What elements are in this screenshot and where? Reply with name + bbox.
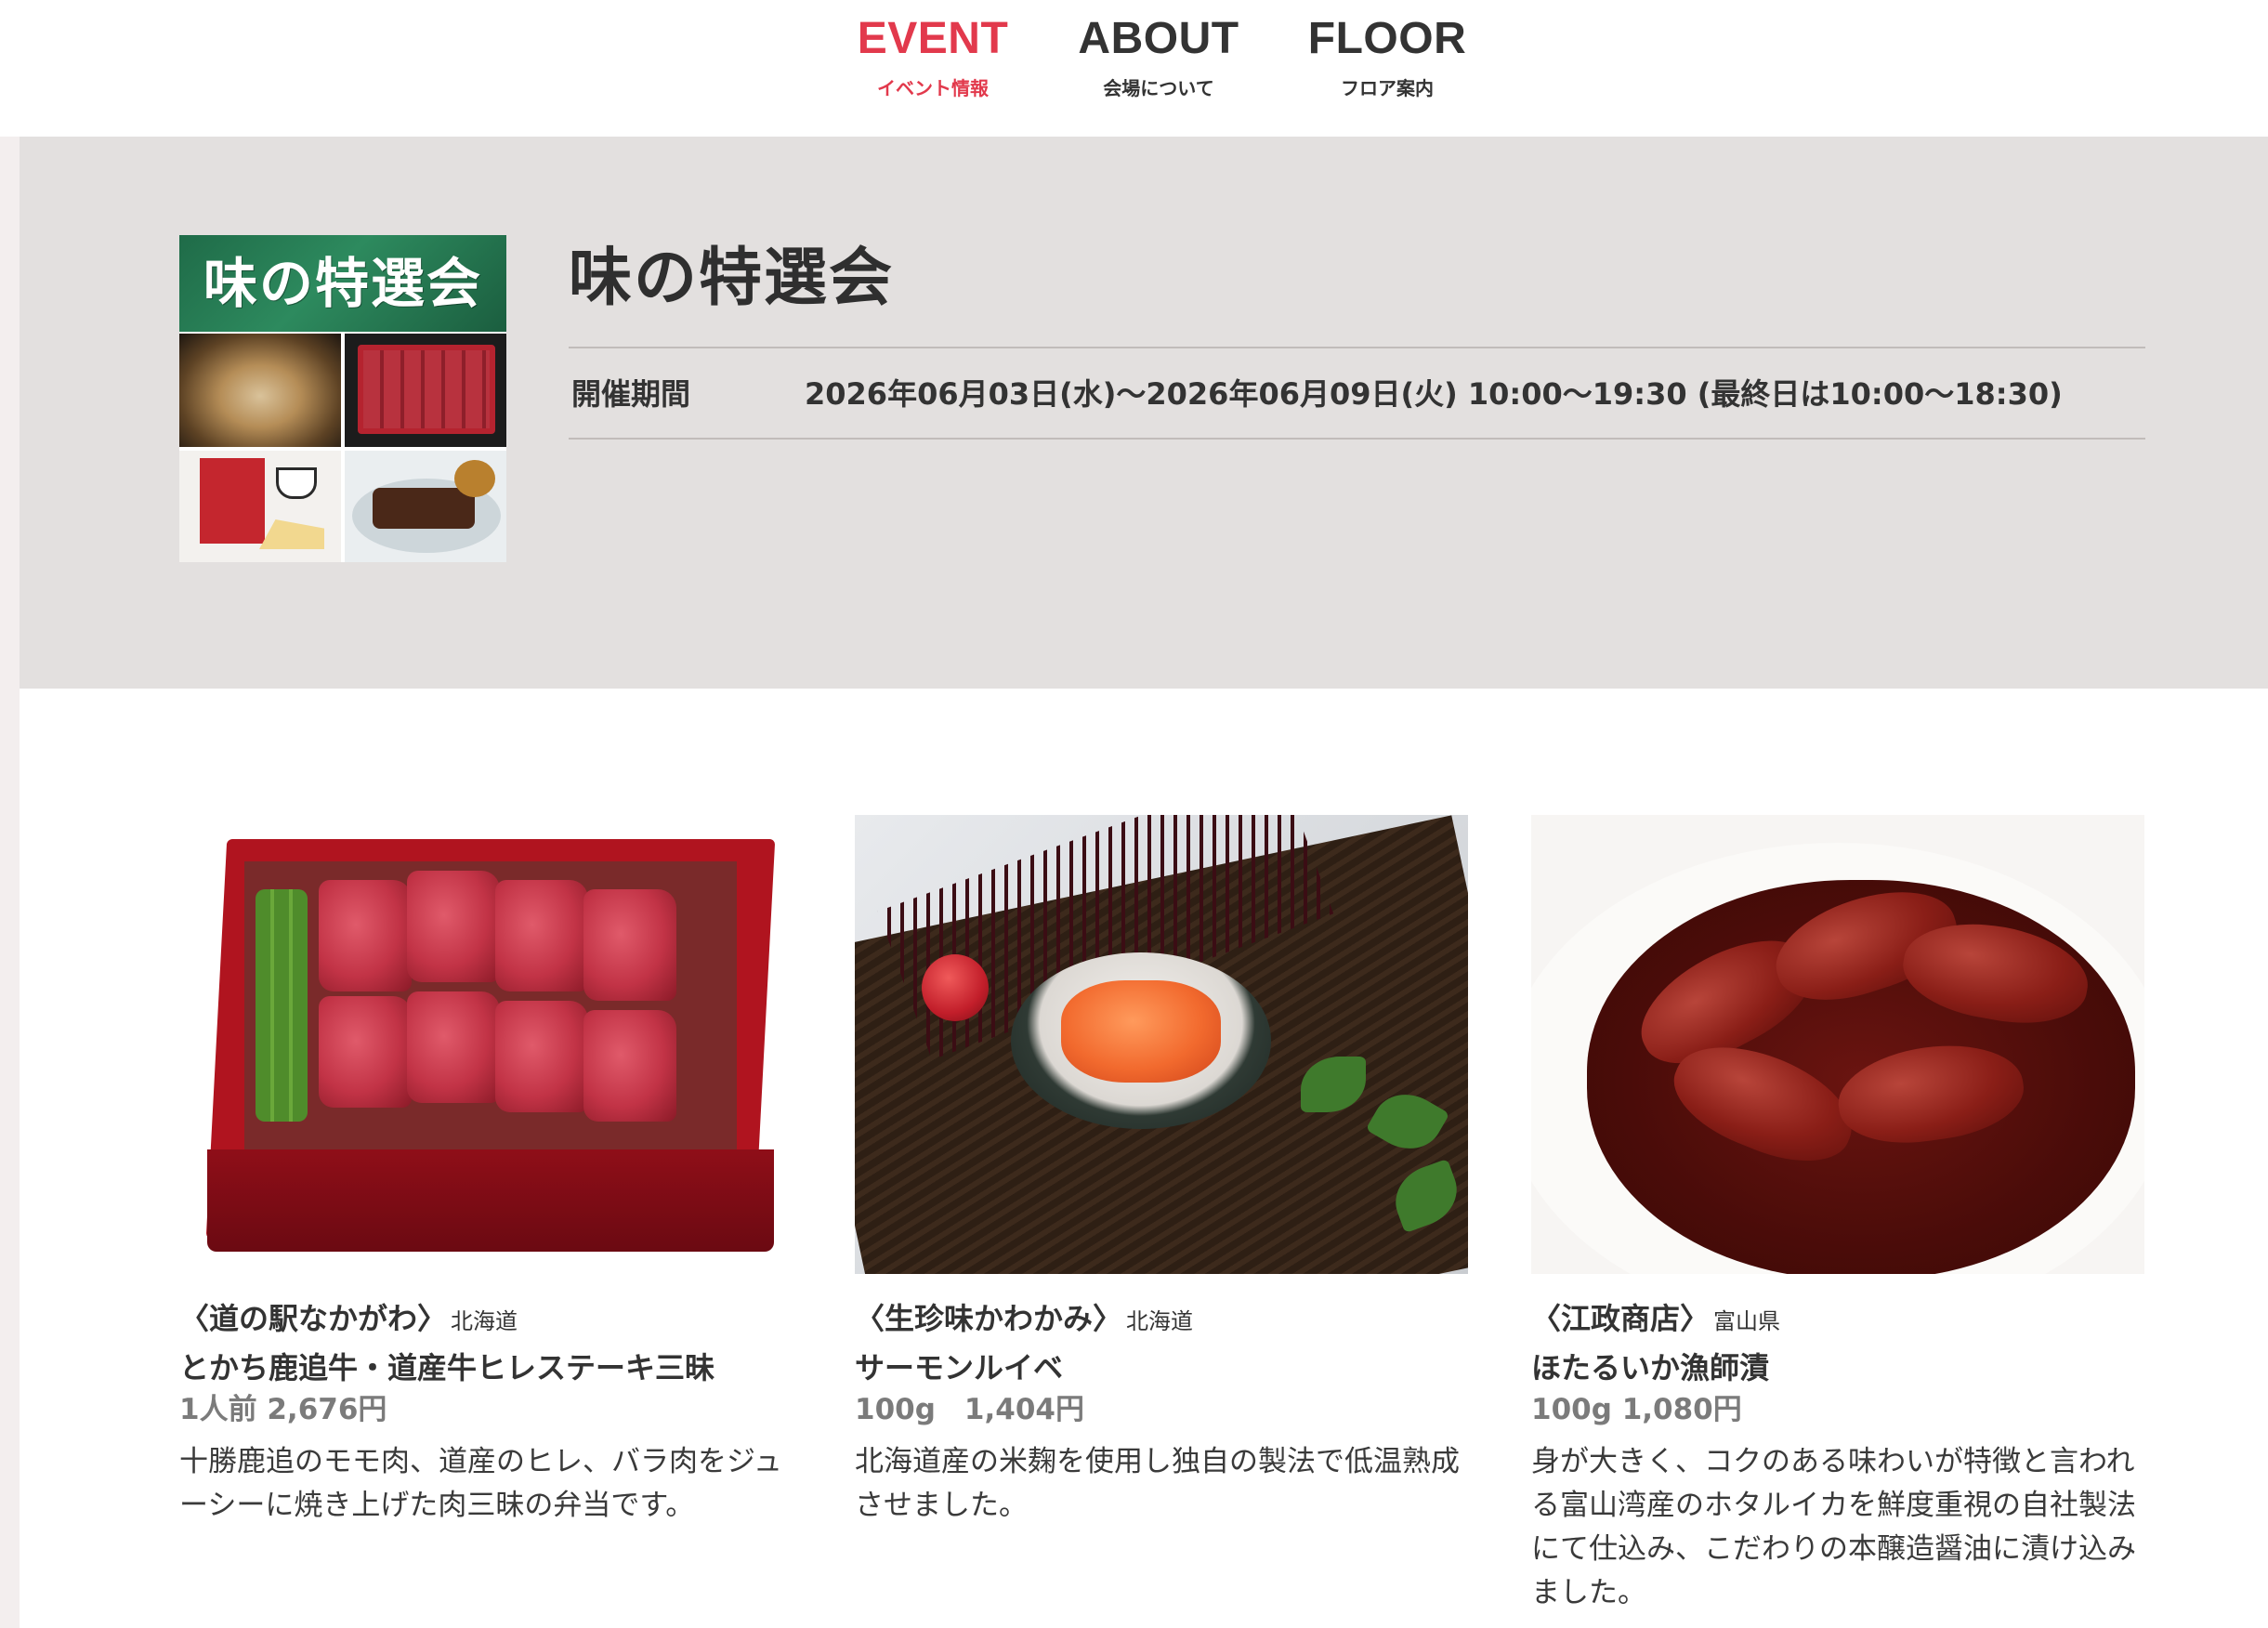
product-description: 十勝鹿追のモモ肉、道産のヒレ、バラ肉をジューシーに焼き上げた肉三昧の弁当です。 — [179, 1445, 782, 1522]
shop-prefecture: 北海道 — [1126, 1308, 1194, 1334]
nav-event[interactable]: EVENT イベント情報 — [840, 11, 1026, 102]
divider — [569, 438, 2145, 440]
nav-floor[interactable]: FLOOR フロア案内 — [1294, 11, 1480, 102]
poster-photo-meat — [345, 451, 506, 562]
nav-about-sublabel: 会場について — [1103, 77, 1214, 99]
poster-photo-coffee — [179, 451, 341, 562]
product-name: サーモンルイベ — [855, 1350, 1064, 1385]
shop-name: 〈江政商店〉 — [1531, 1301, 1711, 1336]
period-value: 2026年06月03日(水)〜2026年06月09日(火) 10:00〜19:3… — [805, 376, 2063, 412]
shop-name: 〈生珍味かわかみ〉 — [855, 1301, 1123, 1336]
product-shop: 〈道の駅なかがわ〉 北海道 — [179, 1298, 793, 1342]
nav-about-label: ABOUT — [1078, 14, 1239, 63]
product-card: 〈道の駅なかがわ〉 北海道 とかち鹿追牛・道産牛ヒレステーキ三昧 1人前 2,67… — [179, 815, 793, 1528]
shop-prefecture: 北海道 — [451, 1308, 518, 1334]
product-name: とかち鹿追牛・道産牛ヒレステーキ三昧 — [179, 1350, 715, 1385]
product-image-salmon-ruibe — [855, 815, 1468, 1274]
nav-event-label: EVENT — [857, 14, 1009, 63]
product-price: 100g 1,080円 — [1531, 1393, 1742, 1426]
nav-floor-sublabel: フロア案内 — [1341, 77, 1434, 99]
product-description: 身が大きく、コクのある味わいが特徴と言われる富山湾産のホタルイカを鮮度重視の自社… — [1531, 1445, 2136, 1609]
event-title: 味の特選会 — [569, 242, 895, 315]
nav-floor-label: FLOOR — [1307, 14, 1467, 63]
product-description: 北海道産の米麹を使用し独自の製法で低温熟成させました。 — [855, 1445, 1460, 1522]
period-label: 開催期間 — [571, 376, 691, 412]
nav-about[interactable]: ABOUT 会場について — [1066, 11, 1252, 102]
product-card: 〈生珍味かわかみ〉 北海道 サーモンルイベ 100g 1,404円 北海道産の米麹… — [855, 815, 1468, 1528]
shop-prefecture: 富山県 — [1713, 1308, 1781, 1334]
left-edge-strip — [0, 137, 20, 1628]
shop-name: 〈道の駅なかがわ〉 — [179, 1301, 448, 1336]
product-card: 〈江政商店〉 富山県 ほたるいか漁師漬 100g 1,080円 身が大きく、コクの… — [1531, 815, 2144, 1615]
product-image-firefly-squid — [1531, 815, 2144, 1274]
poster-photo-nabe — [179, 334, 341, 447]
product-price: 100g 1,404円 — [855, 1393, 1084, 1426]
divider — [569, 347, 2145, 348]
product-shop: 〈江政商店〉 富山県 — [1531, 1298, 2144, 1342]
poster-title: 味の特選会 — [203, 252, 482, 315]
nav-event-sublabel: イベント情報 — [877, 77, 989, 99]
top-nav: EVENT イベント情報 ABOUT 会場について FLOOR フロア案内 — [0, 0, 2268, 137]
event-poster-image: 味の特選会 — [179, 235, 506, 562]
product-shop: 〈生珍味かわかみ〉 北海道 — [855, 1298, 1468, 1342]
poster-photo-bento — [345, 334, 506, 447]
product-image-steak-bento — [179, 815, 793, 1274]
product-name: ほたるいか漁師漬 — [1531, 1350, 1770, 1385]
product-price: 1人前 2,676円 — [179, 1393, 387, 1426]
